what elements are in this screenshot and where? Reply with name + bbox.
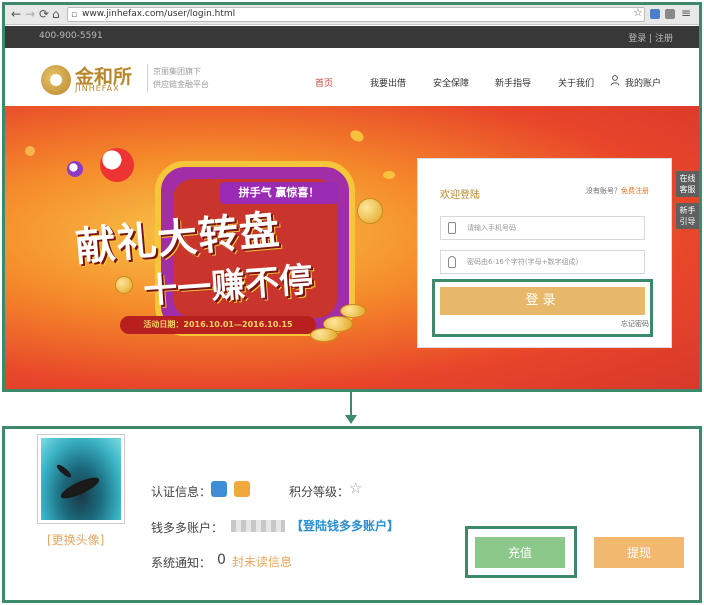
register-link[interactable]: 免费注册 xyxy=(621,187,649,195)
coin-icon xyxy=(357,198,383,224)
decor-ball xyxy=(67,161,83,177)
promo-banner: 拼手气 赢惊喜！ 献礼大转盘 十一赚不停 活动日期：2016.10.01—201… xyxy=(5,106,699,389)
recharge-button[interactable]: 充值 xyxy=(475,537,565,568)
account-panel-frame: [更换头像] 认证信息： 积分等级： ☆ 钱多多账户： 【登陆钱多多账户】 系统… xyxy=(2,426,702,603)
bookmark-star-icon[interactable]: ☆ xyxy=(633,6,643,19)
logo-divider xyxy=(147,64,148,92)
url-text: www.jinhefax.com/user/login.html xyxy=(82,9,236,19)
nav-my-account[interactable]: 我的账户 xyxy=(625,76,661,89)
browser-toolbar: ← → ⟳ ⌂ ▫ www.jinhefax.com/user/login.ht… xyxy=(5,5,699,25)
user-icon xyxy=(610,75,620,86)
login-page-frame: ← → ⟳ ⌂ ▫ www.jinhefax.com/user/login.ht… xyxy=(2,2,702,392)
notify-count: 0 xyxy=(217,552,226,568)
points-label: 积分等级： xyxy=(289,485,350,499)
coin-icon xyxy=(340,304,366,318)
no-account-text: 没有账号？ xyxy=(586,187,621,195)
masked-account xyxy=(231,520,285,532)
site-topbar: 400-900-5591 登录 | 注册 xyxy=(5,26,699,48)
phone-input[interactable]: 请输入手机号码 xyxy=(440,216,645,240)
avatar-figure xyxy=(55,462,73,480)
hotline-phone: 400-900-5591 xyxy=(39,31,103,41)
forgot-password-link[interactable]: 忘记密码 xyxy=(621,319,649,329)
nav-about[interactable]: 关于我们 xyxy=(558,76,594,89)
notify-label: 系统通知： xyxy=(151,556,212,570)
coin-icon xyxy=(115,276,133,294)
page-icon: ▫ xyxy=(71,10,78,20)
id-card-icon[interactable] xyxy=(211,481,227,497)
home-icon[interactable]: ⌂ xyxy=(52,7,60,21)
decor-ball xyxy=(100,148,134,182)
decor-dot xyxy=(25,146,35,156)
site-header: 金和所 JINHEFAX 京丽集团旗下 供应链金融平台 首页 我要出借 安全保障… xyxy=(5,48,699,106)
nav-guide[interactable]: 新手指导 xyxy=(495,76,531,89)
logo-mark-icon xyxy=(41,65,71,95)
qdd-label: 钱多多账户： xyxy=(151,521,224,535)
phone-cert-icon[interactable] xyxy=(234,481,250,497)
coin-icon xyxy=(310,328,338,342)
extension-icon[interactable] xyxy=(665,9,675,19)
reload-icon[interactable]: ⟳ xyxy=(39,7,49,21)
logo-subtext: JINHEFAX xyxy=(75,84,120,93)
password-placeholder: 密码由6-16个字符(字母+数字组成) xyxy=(467,258,579,266)
phone-placeholder: 请输入手机号码 xyxy=(467,224,516,232)
register-prompt: 没有账号？免费注册 xyxy=(586,186,649,196)
forward-icon[interactable]: → xyxy=(25,7,35,21)
newbie-guide-tab[interactable]: 新手引导 xyxy=(676,203,699,229)
unread-messages-link[interactable]: 封未读信息 xyxy=(232,553,292,570)
nav-invest[interactable]: 我要出借 xyxy=(370,76,406,89)
login-register-links[interactable]: 登录 | 注册 xyxy=(628,31,673,44)
avatar-figure xyxy=(58,473,102,503)
nav-security[interactable]: 安全保障 xyxy=(433,76,469,89)
cert-label: 认证信息： xyxy=(151,485,212,499)
lock-icon xyxy=(448,256,456,268)
decor-dot xyxy=(348,128,366,144)
slogan-line2: 供应链金融平台 xyxy=(153,80,209,89)
withdraw-button[interactable]: 提现 xyxy=(594,537,684,568)
level-star-icon: ☆ xyxy=(349,479,363,497)
change-avatar-link[interactable]: [更换头像] xyxy=(47,531,104,548)
decor-dot xyxy=(383,171,395,179)
nav-home[interactable]: 首页 xyxy=(315,76,333,89)
extension-icon[interactable] xyxy=(650,9,660,19)
login-title: 欢迎登陆 xyxy=(440,190,480,201)
back-icon[interactable]: ← xyxy=(11,7,21,21)
avatar[interactable] xyxy=(37,434,125,524)
avatar-image xyxy=(41,438,121,520)
password-input[interactable]: 密码由6-16个字符(字母+数字组成) xyxy=(440,250,645,274)
login-button[interactable]: 登录 xyxy=(440,287,645,315)
flow-arrow-head xyxy=(345,415,357,424)
qdd-login-link[interactable]: 【登陆钱多多账户】 xyxy=(291,517,399,534)
login-form: 欢迎登陆 没有账号？免费注册 请输入手机号码 密码由6-16个字符(字母+数字组… xyxy=(417,158,672,348)
phone-icon xyxy=(448,222,456,234)
slogan-line1: 京丽集团旗下 xyxy=(153,67,201,76)
promo-date: 活动日期：2016.10.01—2016.10.15 xyxy=(120,316,316,334)
address-bar[interactable]: ▫ www.jinhefax.com/user/login.html xyxy=(67,7,645,22)
online-service-tab[interactable]: 在线客服 xyxy=(676,171,699,197)
menu-icon[interactable]: ≡ xyxy=(681,6,691,20)
